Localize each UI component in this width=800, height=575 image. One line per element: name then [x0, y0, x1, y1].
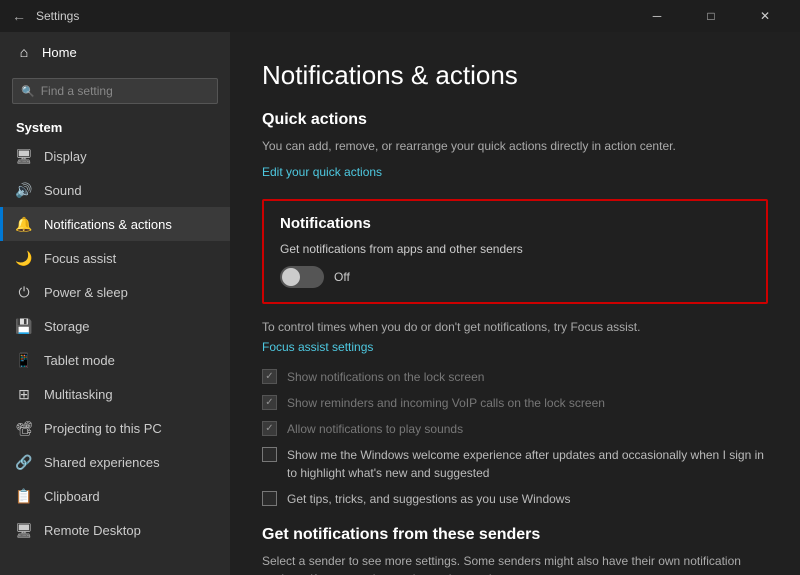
checkbox-row-tips: Get tips, tricks, and suggestions as you…	[262, 490, 768, 508]
checkboxes-container: Show notifications on the lock screen Sh…	[262, 368, 768, 508]
sidebar-item-multitasking[interactable]: ⊞ Multitasking	[0, 377, 230, 411]
app-title: Settings	[36, 9, 634, 23]
close-button[interactable]: ✕	[742, 0, 788, 32]
sidebar-label-clipboard: Clipboard	[44, 489, 100, 504]
sidebar-label-tablet: Tablet mode	[44, 353, 115, 368]
quick-actions-title: Quick actions	[262, 111, 768, 129]
sidebar: ⌂ Home 🔍 System 🖥 Display 🔊 Sound 🔔 Noti…	[0, 32, 230, 575]
focus-assist-link[interactable]: Focus assist settings	[262, 340, 768, 354]
checkbox-voip[interactable]	[262, 395, 277, 410]
quick-actions-desc: You can add, remove, or rearrange your q…	[262, 137, 768, 155]
checkbox-label-lock-screen: Show notifications on the lock screen	[287, 368, 484, 386]
sidebar-label-storage: Storage	[44, 319, 90, 334]
sidebar-item-sound[interactable]: 🔊 Sound	[0, 173, 230, 207]
maximize-button[interactable]: □	[688, 0, 734, 32]
focus-icon: 🌙	[16, 250, 32, 266]
clipboard-icon: 📋	[16, 488, 32, 504]
sidebar-item-remote[interactable]: 🖥 Remote Desktop	[0, 513, 230, 547]
checkbox-tips[interactable]	[262, 491, 277, 506]
sidebar-label-sound: Sound	[44, 183, 82, 198]
checkbox-lock-screen[interactable]	[262, 369, 277, 384]
sidebar-label-notifications: Notifications & actions	[44, 217, 172, 232]
back-button[interactable]: ←	[12, 8, 26, 24]
notifications-desc: Get notifications from apps and other se…	[280, 242, 750, 256]
power-icon: ⏻	[16, 284, 32, 300]
sidebar-items: 🖥 Display 🔊 Sound 🔔 Notifications & acti…	[0, 139, 230, 547]
system-section-label: System	[0, 114, 230, 139]
main-layout: ⌂ Home 🔍 System 🖥 Display 🔊 Sound 🔔 Noti…	[0, 32, 800, 575]
remote-icon: 🖥	[16, 522, 32, 538]
multitasking-icon: ⊞	[16, 386, 32, 402]
get-notif-desc: Select a sender to see more settings. So…	[262, 552, 768, 575]
toggle-knob	[282, 268, 300, 286]
sidebar-item-display[interactable]: 🖥 Display	[0, 139, 230, 173]
sidebar-item-projecting[interactable]: 📽 Projecting to this PC	[0, 411, 230, 445]
titlebar: ← Settings ─ □ ✕	[0, 0, 800, 32]
edit-quick-actions-link[interactable]: Edit your quick actions	[262, 165, 768, 179]
sidebar-item-shared[interactable]: 🔗 Shared experiences	[0, 445, 230, 479]
toggle-label: Off	[334, 270, 350, 284]
window-controls: ─ □ ✕	[634, 0, 788, 32]
projecting-icon: 📽	[16, 420, 32, 436]
sidebar-item-clipboard[interactable]: 📋 Clipboard	[0, 479, 230, 513]
sidebar-item-storage[interactable]: 💾 Storage	[0, 309, 230, 343]
checkbox-label-tips: Get tips, tricks, and suggestions as you…	[287, 490, 570, 508]
sidebar-item-notifications[interactable]: 🔔 Notifications & actions	[0, 207, 230, 241]
checkbox-label-sounds: Allow notifications to play sounds	[287, 420, 463, 438]
shared-icon: 🔗	[16, 454, 32, 470]
checkbox-row-lock-screen: Show notifications on the lock screen	[262, 368, 768, 386]
checkbox-row-voip: Show reminders and incoming VoIP calls o…	[262, 394, 768, 412]
display-icon: 🖥	[16, 148, 32, 164]
sidebar-label-multitasking: Multitasking	[44, 387, 113, 402]
checkbox-label-welcome: Show me the Windows welcome experience a…	[287, 446, 768, 482]
sidebar-item-home[interactable]: ⌂ Home	[0, 32, 230, 72]
focus-assist-text: To control times when you do or don't ge…	[262, 318, 768, 336]
search-input[interactable]	[41, 84, 209, 98]
sidebar-label-focus: Focus assist	[44, 251, 116, 266]
home-icon: ⌂	[16, 44, 32, 60]
search-box[interactable]: 🔍	[12, 78, 218, 104]
storage-icon: 💾	[16, 318, 32, 334]
page-title: Notifications & actions	[262, 60, 768, 91]
get-notif-title: Get notifications from these senders	[262, 526, 768, 544]
content-area: Notifications & actions Quick actions Yo…	[230, 32, 800, 575]
sidebar-item-power[interactable]: ⏻ Power & sleep	[0, 275, 230, 309]
minimize-button[interactable]: ─	[634, 0, 680, 32]
tablet-icon: 📱	[16, 352, 32, 368]
sidebar-label-projecting: Projecting to this PC	[44, 421, 162, 436]
notifications-title: Notifications	[280, 215, 750, 232]
sidebar-label-power: Power & sleep	[44, 285, 128, 300]
checkbox-row-sounds: Allow notifications to play sounds	[262, 420, 768, 438]
notifications-icon: 🔔	[16, 216, 32, 232]
checkbox-label-voip: Show reminders and incoming VoIP calls o…	[287, 394, 605, 412]
notifications-box: Notifications Get notifications from app…	[262, 199, 768, 304]
checkbox-row-welcome: Show me the Windows welcome experience a…	[262, 446, 768, 482]
sound-icon: 🔊	[16, 182, 32, 198]
sidebar-label-display: Display	[44, 149, 87, 164]
notifications-toggle[interactable]	[280, 266, 324, 288]
search-icon: 🔍	[21, 85, 35, 98]
sidebar-item-focus[interactable]: 🌙 Focus assist	[0, 241, 230, 275]
sidebar-label-shared: Shared experiences	[44, 455, 160, 470]
checkbox-sounds[interactable]	[262, 421, 277, 436]
sidebar-item-tablet[interactable]: 📱 Tablet mode	[0, 343, 230, 377]
home-label: Home	[42, 45, 77, 60]
checkbox-welcome[interactable]	[262, 447, 277, 462]
sidebar-label-remote: Remote Desktop	[44, 523, 141, 538]
toggle-row: Off	[280, 266, 750, 288]
